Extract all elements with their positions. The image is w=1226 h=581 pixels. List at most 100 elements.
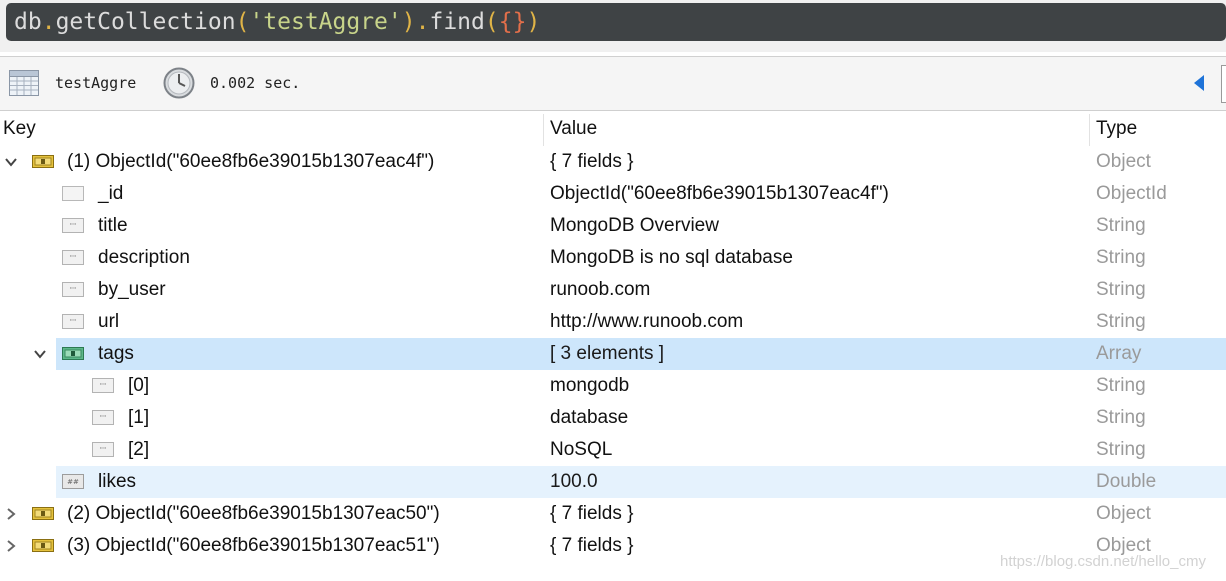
key-label: _id bbox=[98, 183, 124, 204]
type-label: ObjectId bbox=[1096, 183, 1167, 204]
svg-text:##: ## bbox=[67, 478, 79, 486]
field-row[interactable]: "" by_user runoob.com String bbox=[0, 274, 1226, 306]
object-icon bbox=[32, 539, 54, 552]
key-label: (2) ObjectId("60ee8fb6e39015b1307eac50") bbox=[67, 503, 440, 524]
value-label: { 7 fields } bbox=[550, 151, 634, 172]
document-row[interactable]: (2) ObjectId("60ee8fb6e39015b1307eac50")… bbox=[0, 498, 1226, 530]
column-divider[interactable] bbox=[543, 114, 544, 146]
key-label: (1) ObjectId("60ee8fb6e39015b1307eac4f") bbox=[67, 151, 435, 172]
result-table-header: Key Value Type bbox=[0, 112, 1226, 146]
svg-text:"": "" bbox=[100, 446, 106, 454]
query-time: 0.002 sec. bbox=[210, 74, 301, 92]
type-label: String bbox=[1096, 215, 1146, 236]
query-dot: . bbox=[415, 9, 430, 35]
type-label: String bbox=[1096, 311, 1146, 332]
svg-text:"": "" bbox=[70, 286, 76, 294]
key-label: tags bbox=[98, 343, 134, 364]
key-label: description bbox=[98, 247, 190, 268]
value-label: { 7 fields } bbox=[550, 535, 634, 556]
svg-text:"": "" bbox=[100, 414, 106, 422]
query-bar-area: db.getCollection('testAggre').find({}) bbox=[0, 0, 1226, 52]
query-paren-open: ( bbox=[235, 9, 250, 35]
field-row[interactable]: "" description MongoDB is no sql databas… bbox=[0, 242, 1226, 274]
field-row[interactable]: _id ObjectId("60ee8fb6e39015b1307eac4f")… bbox=[0, 178, 1226, 210]
type-label: String bbox=[1096, 247, 1146, 268]
value-label: runoob.com bbox=[550, 279, 651, 300]
value-label: 100.0 bbox=[550, 471, 598, 492]
query-find-arg: {} bbox=[498, 9, 527, 35]
string-icon: "" bbox=[62, 282, 84, 297]
chevron-right-icon[interactable] bbox=[4, 539, 18, 553]
value-label: NoSQL bbox=[550, 439, 613, 460]
query-paren-open: ( bbox=[484, 9, 499, 35]
string-icon: "" bbox=[92, 410, 114, 425]
string-icon: "" bbox=[92, 442, 114, 457]
array-element-row[interactable]: "" [2] NoSQL String bbox=[0, 434, 1226, 466]
query-method-getcollection: getCollection bbox=[55, 9, 236, 35]
key-label: [2] bbox=[128, 439, 150, 460]
value-label: ObjectId("60ee8fb6e39015b1307eac4f") bbox=[550, 183, 889, 204]
value-label: { 7 fields } bbox=[550, 503, 634, 524]
type-label: String bbox=[1096, 407, 1146, 428]
field-row[interactable]: "" url http://www.runoob.com String bbox=[0, 306, 1226, 338]
value-label: http://www.runoob.com bbox=[550, 311, 744, 332]
type-label: Object bbox=[1096, 151, 1151, 172]
query-paren-close: ) bbox=[401, 9, 416, 35]
field-row-hovered[interactable]: ## likes 100.0 Double bbox=[56, 466, 1226, 498]
page-prev-icon[interactable] bbox=[1192, 74, 1206, 92]
key-label: url bbox=[98, 311, 120, 332]
value-label: [ 3 elements ] bbox=[550, 343, 665, 364]
type-label: Object bbox=[1096, 503, 1151, 524]
svg-text:"": "" bbox=[70, 318, 76, 326]
field-row-selected[interactable]: tags [ 3 elements ] Array bbox=[56, 338, 1226, 370]
document-row[interactable]: (1) ObjectId("60ee8fb6e39015b1307eac4f")… bbox=[0, 146, 1226, 178]
object-icon bbox=[32, 507, 54, 520]
type-label: String bbox=[1096, 439, 1146, 460]
type-label: Array bbox=[1096, 343, 1142, 364]
double-icon: ## bbox=[62, 474, 84, 489]
collection-grid-icon bbox=[9, 70, 39, 96]
chevron-down-icon[interactable] bbox=[4, 155, 18, 169]
value-label: MongoDB Overview bbox=[550, 215, 719, 236]
field-row[interactable]: "" title MongoDB Overview String bbox=[0, 210, 1226, 242]
column-divider[interactable] bbox=[1089, 114, 1090, 146]
type-label: String bbox=[1096, 375, 1146, 396]
type-label: String bbox=[1096, 279, 1146, 300]
query-method-find: find bbox=[429, 9, 485, 35]
array-element-row[interactable]: "" [0] mongodb String bbox=[0, 370, 1226, 402]
chevron-right-icon[interactable] bbox=[4, 507, 18, 521]
column-header-type[interactable]: Type bbox=[1093, 112, 1137, 146]
string-icon: "" bbox=[92, 378, 114, 393]
clock-icon bbox=[163, 67, 195, 99]
type-label: Double bbox=[1096, 471, 1157, 492]
page-size-field[interactable] bbox=[1221, 65, 1226, 103]
value-label: MongoDB is no sql database bbox=[550, 247, 793, 268]
svg-text:"": "" bbox=[70, 254, 76, 262]
string-icon: "" bbox=[62, 218, 84, 233]
watermark-text: https://blog.csdn.net/hello_cmy bbox=[1000, 553, 1206, 570]
key-label: (3) ObjectId("60ee8fb6e39015b1307eac51") bbox=[67, 535, 440, 556]
objectid-icon bbox=[62, 186, 84, 201]
query-db: db bbox=[14, 9, 42, 35]
query-editor[interactable]: db.getCollection('testAggre').find({}) bbox=[6, 3, 1226, 41]
column-header-key[interactable]: Key bbox=[0, 112, 36, 146]
column-header-value[interactable]: Value bbox=[547, 112, 597, 146]
array-element-row[interactable]: "" [1] database String bbox=[0, 402, 1226, 434]
key-label: likes bbox=[98, 471, 137, 492]
key-label: by_user bbox=[98, 279, 166, 300]
query-paren-close: ) bbox=[526, 9, 541, 35]
object-icon bbox=[32, 155, 54, 168]
array-icon bbox=[62, 347, 84, 360]
string-icon: "" bbox=[62, 250, 84, 265]
svg-text:"": "" bbox=[70, 222, 76, 230]
query-dot: . bbox=[41, 9, 56, 35]
query-collection-arg: 'testAggre' bbox=[249, 9, 402, 35]
key-label: [0] bbox=[128, 375, 150, 396]
collection-name: testAggre bbox=[55, 74, 137, 92]
result-info-bar: testAggre 0.002 sec. bbox=[0, 56, 1226, 111]
key-label: title bbox=[98, 215, 128, 236]
chevron-down-icon[interactable] bbox=[33, 347, 47, 361]
value-label: database bbox=[550, 407, 629, 428]
value-label: mongodb bbox=[550, 375, 630, 396]
svg-text:"": "" bbox=[100, 382, 106, 390]
